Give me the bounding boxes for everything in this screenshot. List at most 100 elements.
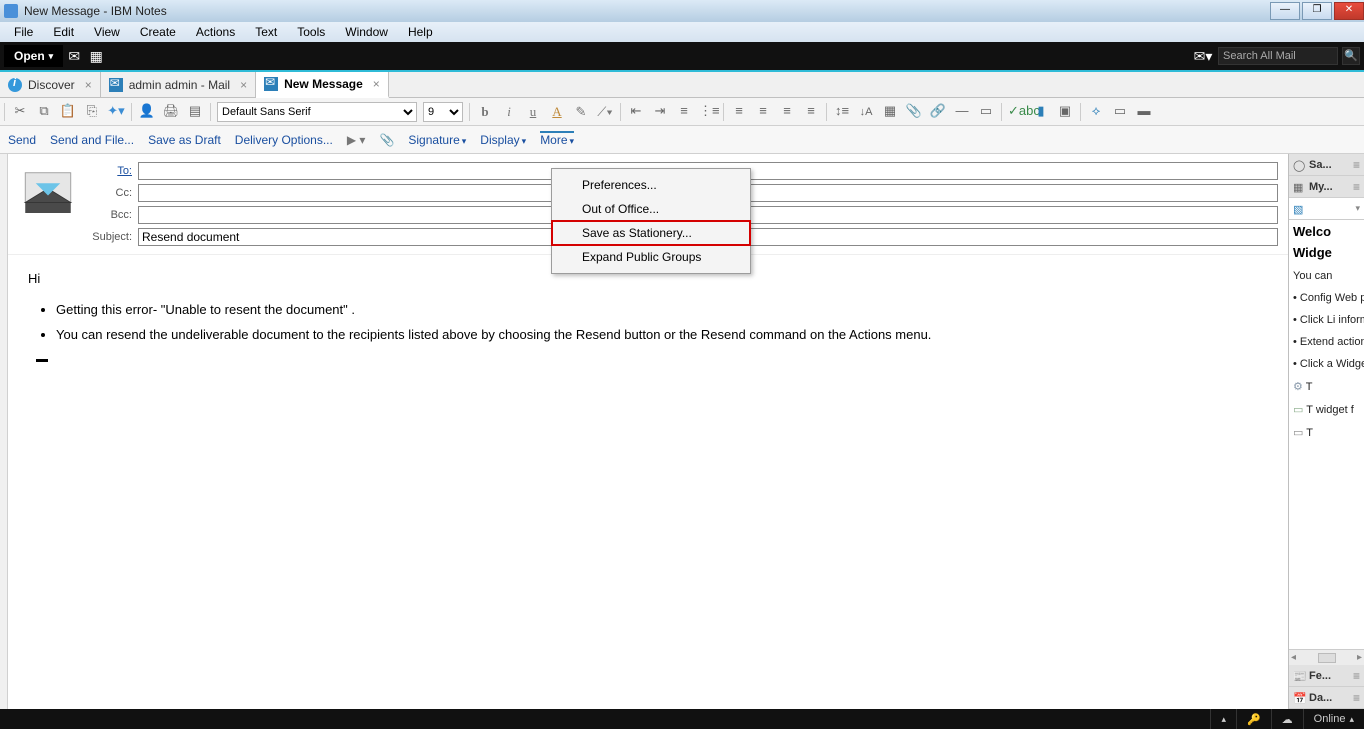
signature-menu[interactable]: Signature [408, 133, 466, 147]
close-icon[interactable]: × [240, 78, 247, 92]
close-icon[interactable]: × [373, 77, 380, 91]
image-button[interactable]: ▭ [977, 103, 995, 121]
panel-content: Welco Widge You can • Config Web pag • C… [1289, 220, 1364, 649]
bold-button[interactable]: b [476, 104, 494, 120]
close-button[interactable]: ✕ [1334, 2, 1364, 20]
menu-icon[interactable]: ≡ [1353, 669, 1360, 683]
calendar-icon[interactable]: ▦ [85, 48, 107, 65]
spellcheck-button[interactable]: ✓abc [1008, 103, 1026, 121]
menu-window[interactable]: Window [335, 23, 398, 41]
menu-help[interactable]: Help [398, 23, 443, 41]
menu-view[interactable]: View [84, 23, 130, 41]
attach-button[interactable]: 📎 [905, 103, 923, 121]
status-online[interactable]: Online ▴ [1303, 709, 1364, 729]
paste-icon[interactable]: 📋 [59, 103, 77, 121]
to-label[interactable]: To: [88, 165, 132, 177]
tab-bar: Discover × admin admin - Mail × New Mess… [0, 72, 1364, 98]
close-icon[interactable]: × [85, 78, 92, 92]
panel-feeds[interactable]: 📰Fe...≡ [1289, 665, 1364, 687]
panel-sametime[interactable]: ◯Sa...≡ [1289, 154, 1364, 176]
print-icon[interactable]: 🖨 [162, 103, 180, 121]
font-select[interactable]: Default Sans Serif [217, 102, 417, 122]
maximize-button[interactable]: ❐ [1302, 2, 1332, 20]
insert-table-button[interactable]: ▦ [881, 103, 899, 121]
panel-scrollbar[interactable]: ◂▸ [1289, 649, 1364, 665]
cloud-icon[interactable]: ☁ [1271, 709, 1303, 729]
key-icon[interactable]: 🔑 [1236, 709, 1271, 729]
menu-tools[interactable]: Tools [287, 23, 335, 41]
menu-edit[interactable]: Edit [43, 23, 84, 41]
menu-icon[interactable]: ≡ [1353, 180, 1360, 194]
envelope-icon [18, 162, 78, 222]
message-body[interactable]: Hi Getting this error- "Unable to resent… [8, 254, 1288, 709]
display-menu[interactable]: Display [480, 133, 526, 147]
menu-icon[interactable]: ≡ [1353, 158, 1360, 172]
panel-dayglance[interactable]: 📅Da...≡ [1289, 687, 1364, 709]
panel-view-selector[interactable]: ▧▾ [1289, 198, 1364, 220]
link-button[interactable]: 🔗 [929, 103, 947, 121]
tool-b-button[interactable]: ▭ [1111, 103, 1129, 121]
send-and-file-button[interactable]: Send and File... [50, 133, 134, 147]
menu-expand-public-groups[interactable]: Expand Public Groups [552, 245, 750, 269]
hr-button[interactable]: — [953, 103, 971, 121]
clear-format-button[interactable]: ⟋▾ [596, 104, 614, 120]
menu-out-of-office[interactable]: Out of Office... [552, 197, 750, 221]
more-dropdown: Preferences... Out of Office... Save as … [551, 168, 751, 274]
align-right-button[interactable]: ≡ [778, 103, 796, 121]
italic-button[interactable]: i [500, 104, 518, 120]
tab-admin-mail[interactable]: admin admin - Mail × [101, 72, 256, 97]
preview-icon[interactable]: ▤ [186, 103, 204, 121]
tool-c-button[interactable]: ▬ [1135, 103, 1153, 121]
save-as-draft-button[interactable]: Save as Draft [148, 133, 221, 147]
paste-special-icon[interactable]: ⎘ [83, 103, 101, 121]
menu-save-as-stationery[interactable]: Save as Stationery... [552, 221, 750, 245]
body-line-2: You can resend the undeliverable documen… [56, 327, 1268, 342]
contact-icon[interactable]: 👤 [138, 103, 156, 121]
menu-icon[interactable]: ≡ [1353, 691, 1360, 705]
body-line-1: Getting this error- "Unable to resent th… [56, 302, 1268, 317]
highlight-button[interactable]: ✎ [572, 104, 590, 120]
open-menu[interactable]: Open▾ [4, 45, 63, 67]
menu-actions[interactable]: Actions [186, 23, 245, 41]
minimize-button[interactable]: — [1270, 2, 1300, 20]
font-size-select[interactable]: 9 [423, 102, 463, 122]
flag-button[interactable]: ▮ [1032, 103, 1050, 121]
font-color-button[interactable]: A [548, 104, 566, 120]
menu-create[interactable]: Create [130, 23, 186, 41]
more-menu[interactable]: More [540, 131, 574, 147]
status-up[interactable]: ▴ [1210, 709, 1236, 729]
tab-new-message[interactable]: New Message × [256, 72, 389, 98]
permissions-button[interactable]: ▣ [1056, 103, 1074, 121]
search-button[interactable]: 🔍 [1342, 47, 1360, 65]
align-left-button[interactable]: ≡ [730, 103, 748, 121]
format-toolbar: ✂ ⧉ 📋 ⎘ ✦▾ 👤 🖨 ▤ Default Sans Serif 9 b … [0, 98, 1364, 126]
align-center-button[interactable]: ≡ [754, 103, 772, 121]
send-button[interactable]: Send [8, 133, 36, 147]
numbered-list-button[interactable]: ≡ [675, 103, 693, 121]
panel-mywidgets[interactable]: ▦My...≡ [1289, 176, 1364, 198]
menu-file[interactable]: File [4, 23, 43, 41]
cut-icon[interactable]: ✂ [11, 103, 29, 121]
menu-text[interactable]: Text [245, 23, 287, 41]
outdent-button[interactable]: ⇤ [627, 103, 645, 121]
indent-button[interactable]: ⇥ [651, 103, 669, 121]
bullet-list-button[interactable]: ⋮≡ [699, 103, 717, 121]
mail-icon[interactable]: ✉ [63, 48, 85, 65]
cc-label: Cc: [88, 187, 132, 199]
new-icon[interactable]: ✦▾ [107, 103, 125, 121]
title-bar: New Message - IBM Notes — ❐ ✕ [0, 0, 1364, 22]
flag-icon[interactable]: ▶ ▾ [347, 133, 366, 147]
justify-button[interactable]: ≡ [802, 103, 820, 121]
attachment-icon[interactable]: 📎 [379, 133, 394, 147]
copy-icon[interactable]: ⧉ [35, 103, 53, 121]
text-direction-button[interactable]: ↓A [857, 103, 875, 121]
tool-a-button[interactable]: ⟡ [1087, 103, 1105, 121]
side-panel: ◯Sa...≡ ▦My...≡ ▧▾ Welco Widge You can •… [1288, 154, 1364, 709]
envelope-status-icon[interactable]: ✉▾ [1192, 48, 1214, 65]
tab-discover[interactable]: Discover × [0, 72, 101, 97]
underline-button[interactable]: u [524, 104, 542, 120]
line-spacing-button[interactable]: ↕≡ [833, 103, 851, 121]
menu-preferences[interactable]: Preferences... [552, 173, 750, 197]
search-input[interactable] [1218, 47, 1338, 65]
delivery-options-button[interactable]: Delivery Options... [235, 133, 333, 147]
